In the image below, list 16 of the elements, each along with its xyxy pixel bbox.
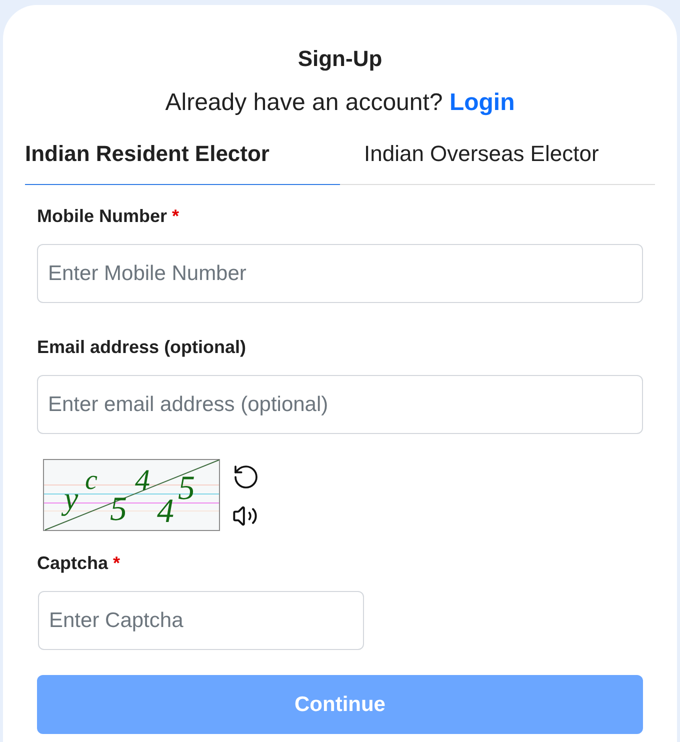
- field-label: Captcha: [37, 552, 108, 574]
- field-label: Mobile Number: [37, 205, 168, 227]
- page-title: Sign-Up: [296, 45, 384, 73]
- required-mark: *: [172, 205, 180, 227]
- field-label: Email address (optional): [37, 336, 246, 358]
- required-mark: *: [113, 552, 120, 574]
- input-field[interactable]: Enter Mobile Number: [37, 244, 643, 303]
- tab[interactable]: Indian Resident Elector: [25, 128, 340, 185]
- tab[interactable]: Indian Overseas Elector: [340, 128, 655, 185]
- captcha-image: yc5445: [43, 459, 220, 531]
- login-prompt: Already have an account? Login: [164, 88, 516, 118]
- login-link[interactable]: Login: [449, 89, 515, 116]
- input-field[interactable]: Enter email address (optional): [37, 375, 643, 434]
- refresh-icon: [232, 463, 260, 491]
- captcha-input-field[interactable]: Enter Captcha: [38, 591, 364, 650]
- refresh-button[interactable]: [232, 463, 260, 491]
